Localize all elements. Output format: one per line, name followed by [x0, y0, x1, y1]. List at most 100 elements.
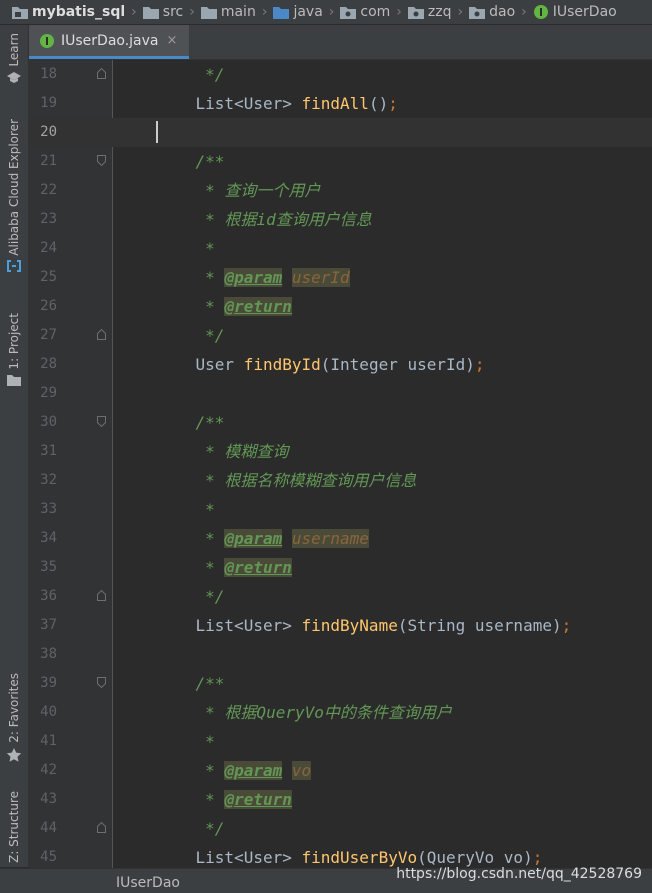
code-line[interactable]: 38	[29, 640, 652, 669]
line-number: 43	[40, 791, 57, 807]
editor-tab-bar: IUserDao.java ×	[29, 25, 652, 60]
breadcrumb-java[interactable]: java	[273, 4, 323, 20]
code-text: /**	[157, 674, 225, 693]
line-number: 25	[40, 269, 57, 285]
code-line[interactable]: 27 */	[29, 321, 652, 350]
tool-alibaba-cloud-explorer[interactable]: Alibaba Cloud Explorer	[0, 119, 28, 272]
code-text: * @return	[157, 297, 292, 316]
fold-marker-icon[interactable]	[97, 822, 106, 833]
code-text: */	[157, 587, 225, 606]
code-line[interactable]: 28 User findById(Integer userId);	[29, 350, 652, 379]
tab-iuserdao-java[interactable]: IUserDao.java ×	[29, 25, 189, 59]
code-line[interactable]: 42 * @param vo	[29, 756, 652, 785]
breadcrumb-separator: ›	[189, 4, 195, 20]
breadcrumb-separator: ›	[457, 4, 464, 20]
breadcrumb-dao[interactable]: dao	[469, 4, 515, 20]
line-number: 27	[40, 327, 57, 343]
line-number: 39	[40, 675, 57, 691]
code-line[interactable]: 23 * 根据id查询用户信息	[29, 205, 652, 234]
breadcrumb-project[interactable]: mybatis_sql	[12, 4, 125, 20]
breadcrumb-main[interactable]: main	[200, 4, 256, 20]
code-line[interactable]: 26 * @return	[29, 292, 652, 321]
line-number: 18	[40, 66, 57, 82]
star-icon	[6, 747, 22, 762]
line-number: 35	[40, 559, 57, 575]
interface-icon	[40, 33, 54, 48]
line-number: 28	[40, 356, 57, 372]
code-line[interactable]: 18 */	[29, 60, 652, 89]
line-number: 37	[40, 617, 57, 633]
code-line[interactable]: 44 */	[29, 814, 652, 843]
code-line[interactable]: 30 /**	[29, 408, 652, 437]
code-line[interactable]: 36 */	[29, 582, 652, 611]
line-number: 41	[40, 733, 57, 749]
code-line[interactable]: 34 * @param username	[29, 524, 652, 553]
code-line[interactable]: 43 * @return	[29, 785, 652, 814]
code-text: List<User> findAll();	[195, 94, 398, 113]
fold-marker-icon[interactable]	[97, 590, 106, 601]
breadcrumb-separator: ›	[261, 4, 268, 20]
line-number: 31	[40, 443, 57, 459]
close-tab-button[interactable]: ×	[167, 33, 178, 48]
code-text: List<User> findByName(String username);	[195, 616, 572, 635]
line-number: 19	[40, 95, 57, 111]
tool-favorites[interactable]: 2: Favorites	[0, 673, 28, 763]
project-folder-icon	[12, 7, 28, 19]
code-line[interactable]: 19 List<User> findAll();	[29, 89, 652, 118]
code-line[interactable]: 45 List<User> findUserByVo(QueryVo vo);	[29, 843, 652, 868]
breadcrumb-zzq[interactable]: zzq	[407, 4, 452, 20]
fold-marker-icon[interactable]	[97, 677, 106, 688]
fold-marker-icon[interactable]	[97, 329, 106, 340]
code-line[interactable]: 21 /**	[29, 147, 652, 176]
code-text: * 根据id查询用户信息	[157, 210, 372, 229]
code-line[interactable]: 22 * 查询一个用户	[29, 176, 652, 205]
code-text: * @param vo	[157, 761, 312, 780]
package-icon	[469, 7, 486, 19]
tab-label: IUserDao.java	[61, 32, 159, 49]
line-number: 21	[40, 153, 57, 169]
status-file-name: IUserDao	[116, 875, 180, 891]
fold-marker-icon[interactable]	[97, 155, 106, 166]
code-line[interactable]: 39 /**	[29, 669, 652, 698]
code-text: /**	[157, 413, 225, 432]
line-number: 45	[40, 849, 57, 865]
breadcrumb-iuserdao[interactable]: IUserDao	[533, 4, 617, 20]
code-line[interactable]: 33 *	[29, 495, 652, 524]
line-number: 33	[40, 501, 57, 517]
code-line[interactable]: 37 List<User> findByName(String username…	[29, 611, 652, 640]
text-caret	[156, 121, 158, 143]
line-number: 30	[40, 414, 57, 430]
code-text: */	[157, 65, 225, 84]
tool-project[interactable]: 1: Project	[0, 313, 28, 386]
watermark-text: https://blog.csdn.net/qq_42528769	[396, 866, 642, 882]
breadcrumb-com[interactable]: com	[340, 4, 390, 20]
navigation-bar: mybatis_sql › src › main › java › com › …	[0, 0, 652, 25]
tool-learn[interactable]: Learn	[0, 33, 28, 83]
code-line[interactable]: 24 *	[29, 234, 652, 263]
fold-marker-icon[interactable]	[97, 416, 106, 427]
code-text: * @return	[157, 558, 292, 577]
folder-icon	[7, 374, 21, 386]
code-text: * @return	[157, 790, 292, 809]
code-editor[interactable]: 18 */19 List<User> findAll(); 20 21 /** 22 …	[29, 60, 652, 868]
alibaba-cloud-icon	[7, 259, 21, 272]
code-text: User findById(Integer userId);	[195, 355, 485, 374]
code-line[interactable]: 20	[29, 118, 652, 147]
code-line[interactable]: 40 * 根据QueryVo中的条件查询用户	[29, 698, 652, 727]
code-line[interactable]: 29	[29, 379, 652, 408]
code-line[interactable]: 25 * @param userId	[29, 263, 652, 292]
breadcrumb-separator: ›	[396, 4, 402, 20]
breadcrumb-separator: ›	[521, 4, 527, 20]
graduation-cap-icon	[7, 71, 21, 83]
line-number: 32	[40, 472, 57, 488]
code-line[interactable]: 35 * @return	[29, 553, 652, 582]
code-line[interactable]: 32 * 根据名称模糊查询用户信息	[29, 466, 652, 495]
code-line[interactable]: 31 * 模糊查询	[29, 437, 652, 466]
breadcrumb-src[interactable]: src	[142, 4, 183, 20]
fold-marker-icon[interactable]	[97, 68, 106, 79]
folder-icon	[200, 7, 217, 19]
code-line[interactable]: 41 *	[29, 727, 652, 756]
code-text: * 模糊查询	[157, 442, 289, 461]
line-number: 23	[40, 211, 57, 227]
source-folder-icon	[273, 7, 290, 19]
